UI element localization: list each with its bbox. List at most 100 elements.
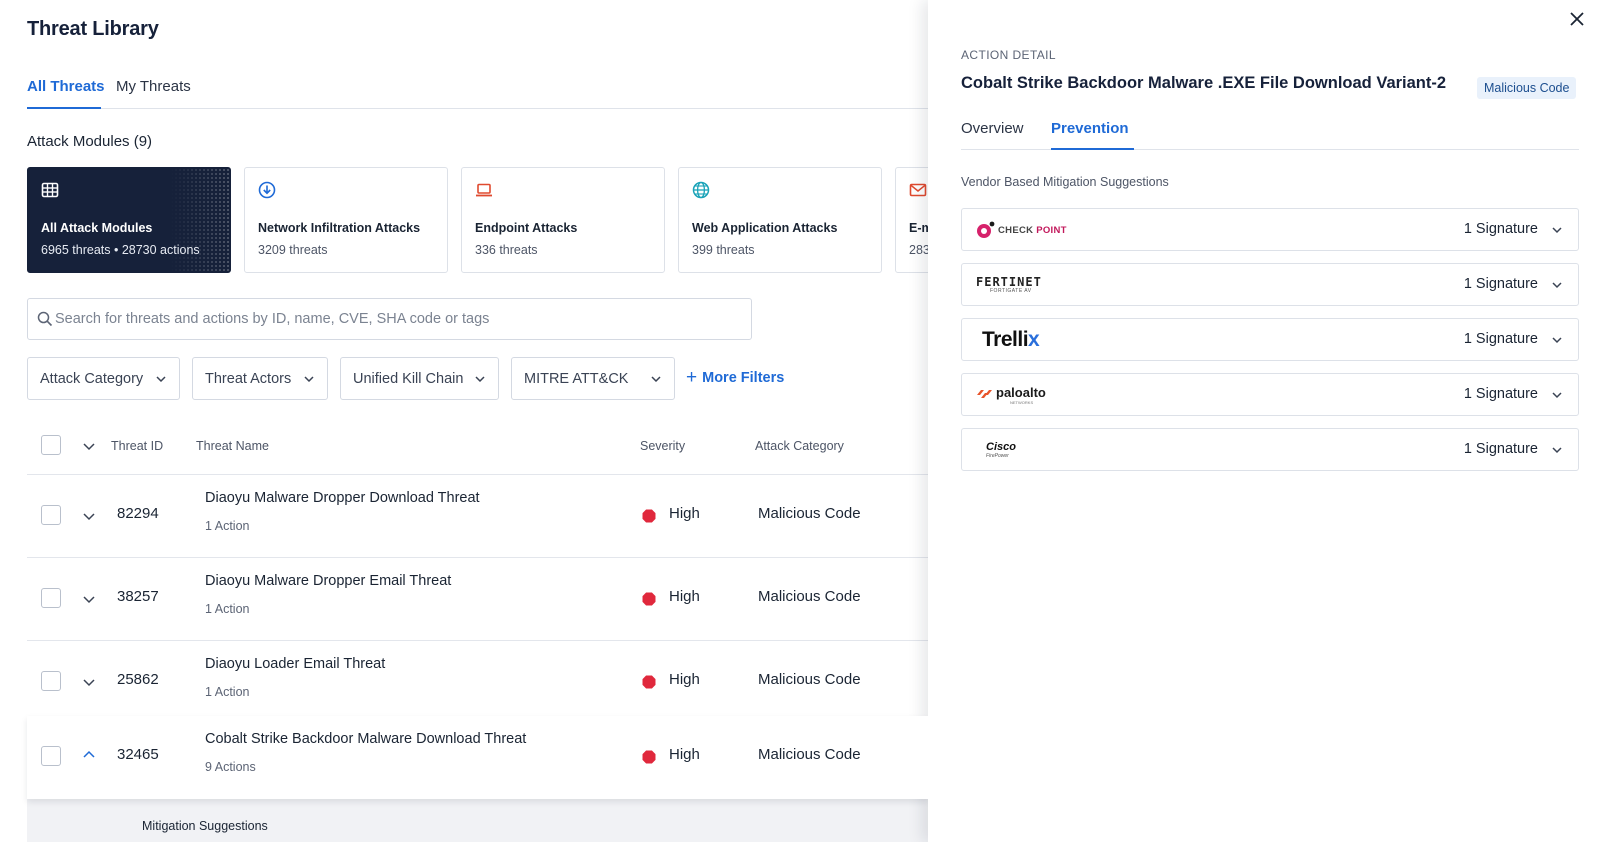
row-checkbox[interactable] (41, 671, 61, 691)
filter-label: Unified Kill Chain (353, 370, 464, 387)
tab-prevention[interactable]: Prevention (1051, 120, 1129, 137)
tab-all-threats[interactable]: All Threats (27, 78, 105, 95)
severity-label: High (669, 746, 700, 763)
mitigation-suggestions-heading: Mitigation Suggestions (142, 819, 268, 833)
vendor-row-paloalto[interactable]: paloalto NETWORKS 1 Signature (961, 373, 1579, 416)
vendor-row-fortinet[interactable]: FERTINET FORTIGATE AV 1 Signature (961, 263, 1579, 306)
threat-table-header: Threat ID Threat Name Severity Attack Ca… (27, 427, 928, 475)
row-checkbox[interactable] (41, 746, 61, 766)
laptop-icon (476, 183, 492, 197)
cisco-wordmark: Cisco (986, 440, 1016, 453)
search-icon (37, 311, 53, 327)
threat-id: 38257 (117, 588, 159, 605)
checkpoint-wordmark: CHECK POINT (998, 224, 1067, 236)
signature-count: 1 Signature (1463, 441, 1538, 457)
module-count: 283 (909, 243, 928, 257)
filter-label: Threat Actors (205, 370, 292, 387)
action-count: 9 Actions (205, 760, 256, 774)
vendor-mitigation-label: Vendor Based Mitigation Suggestions (961, 175, 1169, 189)
module-card-web-application[interactable]: Web Application Attacks 399 threats (678, 167, 882, 273)
table-row[interactable]: 32465 Cobalt Strike Backdoor Malware Dow… (27, 716, 928, 799)
globe-icon (692, 181, 710, 199)
vendor-row-trellix[interactable]: Trellix 1 Signature (961, 318, 1579, 361)
detail-title: Cobalt Strike Backdoor Malware .EXE File… (961, 74, 1447, 92)
module-name: Network Infiltration Attacks (258, 221, 421, 235)
module-card-email[interactable]: E-m 283 (895, 167, 928, 273)
severity-high-icon (642, 750, 656, 764)
library-tabs: All Threats My Threats (27, 76, 928, 109)
vendor-row-checkpoint[interactable]: CHECK POINT 1 Signature (961, 208, 1579, 251)
mail-icon (909, 183, 927, 197)
chevron-down-icon[interactable] (82, 439, 96, 453)
severity-high-icon (642, 509, 656, 523)
table-row[interactable]: 25862 Diaoyu Loader Email Threat 1 Actio… (27, 641, 928, 724)
module-count: 399 threats (692, 243, 755, 257)
signature-count: 1 Signature (1463, 221, 1538, 237)
threat-name[interactable]: Diaoyu Malware Dropper Download Threat (205, 490, 480, 506)
filter-unified-kill-chain[interactable]: Unified Kill Chain (340, 357, 499, 400)
fortinet-subtext: FORTIGATE AV (990, 288, 1032, 294)
module-count: 336 threats (475, 243, 538, 257)
attack-modules-title: Attack Modules (9) (27, 133, 153, 150)
attack-category: Malicious Code (758, 746, 861, 763)
threat-id: 25862 (117, 671, 159, 688)
download-circle-icon (258, 181, 276, 199)
attack-category: Malicious Code (758, 671, 861, 688)
module-name: Web Application Attacks (692, 221, 838, 235)
filter-attack-category[interactable]: Attack Category (27, 357, 180, 400)
action-count: 1 Action (205, 519, 250, 533)
chevron-down-icon[interactable] (82, 592, 96, 606)
module-card-all-attack-modules[interactable]: All Attack Modules 6965 threats • 28730 … (27, 167, 231, 274)
select-all-checkbox[interactable] (41, 435, 61, 455)
column-threat-id[interactable]: Threat ID (111, 439, 163, 453)
action-count: 1 Action (205, 602, 250, 616)
table-row[interactable]: 38257 Diaoyu Malware Dropper Email Threa… (27, 558, 928, 641)
column-attack-category[interactable]: Attack Category (755, 439, 844, 453)
fortinet-wordmark: FERTINET (976, 275, 1042, 289)
threat-library-main: Threat Library All Threats My Threats At… (0, 0, 928, 842)
chevron-up-icon[interactable] (82, 748, 96, 762)
chevron-down-icon (1552, 282, 1562, 289)
page-title: Threat Library (27, 18, 159, 40)
close-icon[interactable] (1568, 10, 1586, 28)
chevron-down-icon (475, 375, 485, 382)
filter-label: Attack Category (40, 370, 144, 387)
checkpoint-mark-icon (977, 221, 995, 238)
table-row[interactable]: 82294 Diaoyu Malware Dropper Download Th… (27, 475, 928, 558)
signature-count: 1 Signature (1463, 331, 1538, 347)
module-card-network-infiltration[interactable]: Network Infiltration Attacks 3209 threat… (244, 167, 448, 273)
row-checkbox[interactable] (41, 505, 61, 525)
plus-icon: + (686, 367, 698, 388)
category-badge: Malicious Code (1477, 77, 1577, 99)
threat-name[interactable]: Cobalt Strike Backdoor Malware Download … (205, 731, 526, 747)
search-input[interactable] (55, 299, 745, 339)
attack-category: Malicious Code (758, 505, 861, 522)
more-filters-label: More Filters (702, 369, 785, 386)
paloalto-logo: paloalto NETWORKS (976, 383, 1046, 407)
threat-name[interactable]: Diaoyu Loader Email Threat (205, 656, 385, 672)
vendor-row-cisco[interactable]: Cisco FirePower 1 Signature (961, 428, 1579, 471)
module-name: Endpoint Attacks (475, 221, 578, 235)
active-tab-indicator (1051, 148, 1134, 150)
column-severity[interactable]: Severity (640, 439, 685, 453)
active-tab-indicator (27, 107, 101, 109)
chevron-down-icon (651, 375, 661, 382)
threat-id: 82294 (117, 505, 159, 522)
grid-icon (41, 182, 59, 198)
card-pattern (170, 168, 230, 274)
tab-my-threats[interactable]: My Threats (116, 78, 191, 95)
module-card-endpoint-attacks[interactable]: Endpoint Attacks 336 threats (461, 167, 665, 273)
more-filters-button[interactable]: + More Filters (686, 368, 784, 387)
threat-name[interactable]: Diaoyu Malware Dropper Email Threat (205, 573, 451, 589)
expanded-row-panel: Mitigation Suggestions (27, 799, 928, 842)
chevron-down-icon (1552, 392, 1562, 399)
tab-overview[interactable]: Overview (961, 120, 1024, 137)
chevron-down-icon[interactable] (82, 675, 96, 689)
detail-tabs: Overview Prevention (961, 116, 1579, 150)
module-count: 3209 threats (258, 243, 328, 257)
row-checkbox[interactable] (41, 588, 61, 608)
chevron-down-icon[interactable] (82, 509, 96, 523)
filter-mitre-attack[interactable]: MITRE ATT&CK (511, 357, 675, 400)
filter-threat-actors[interactable]: Threat Actors (192, 357, 328, 400)
column-threat-name[interactable]: Threat Name (196, 439, 269, 453)
